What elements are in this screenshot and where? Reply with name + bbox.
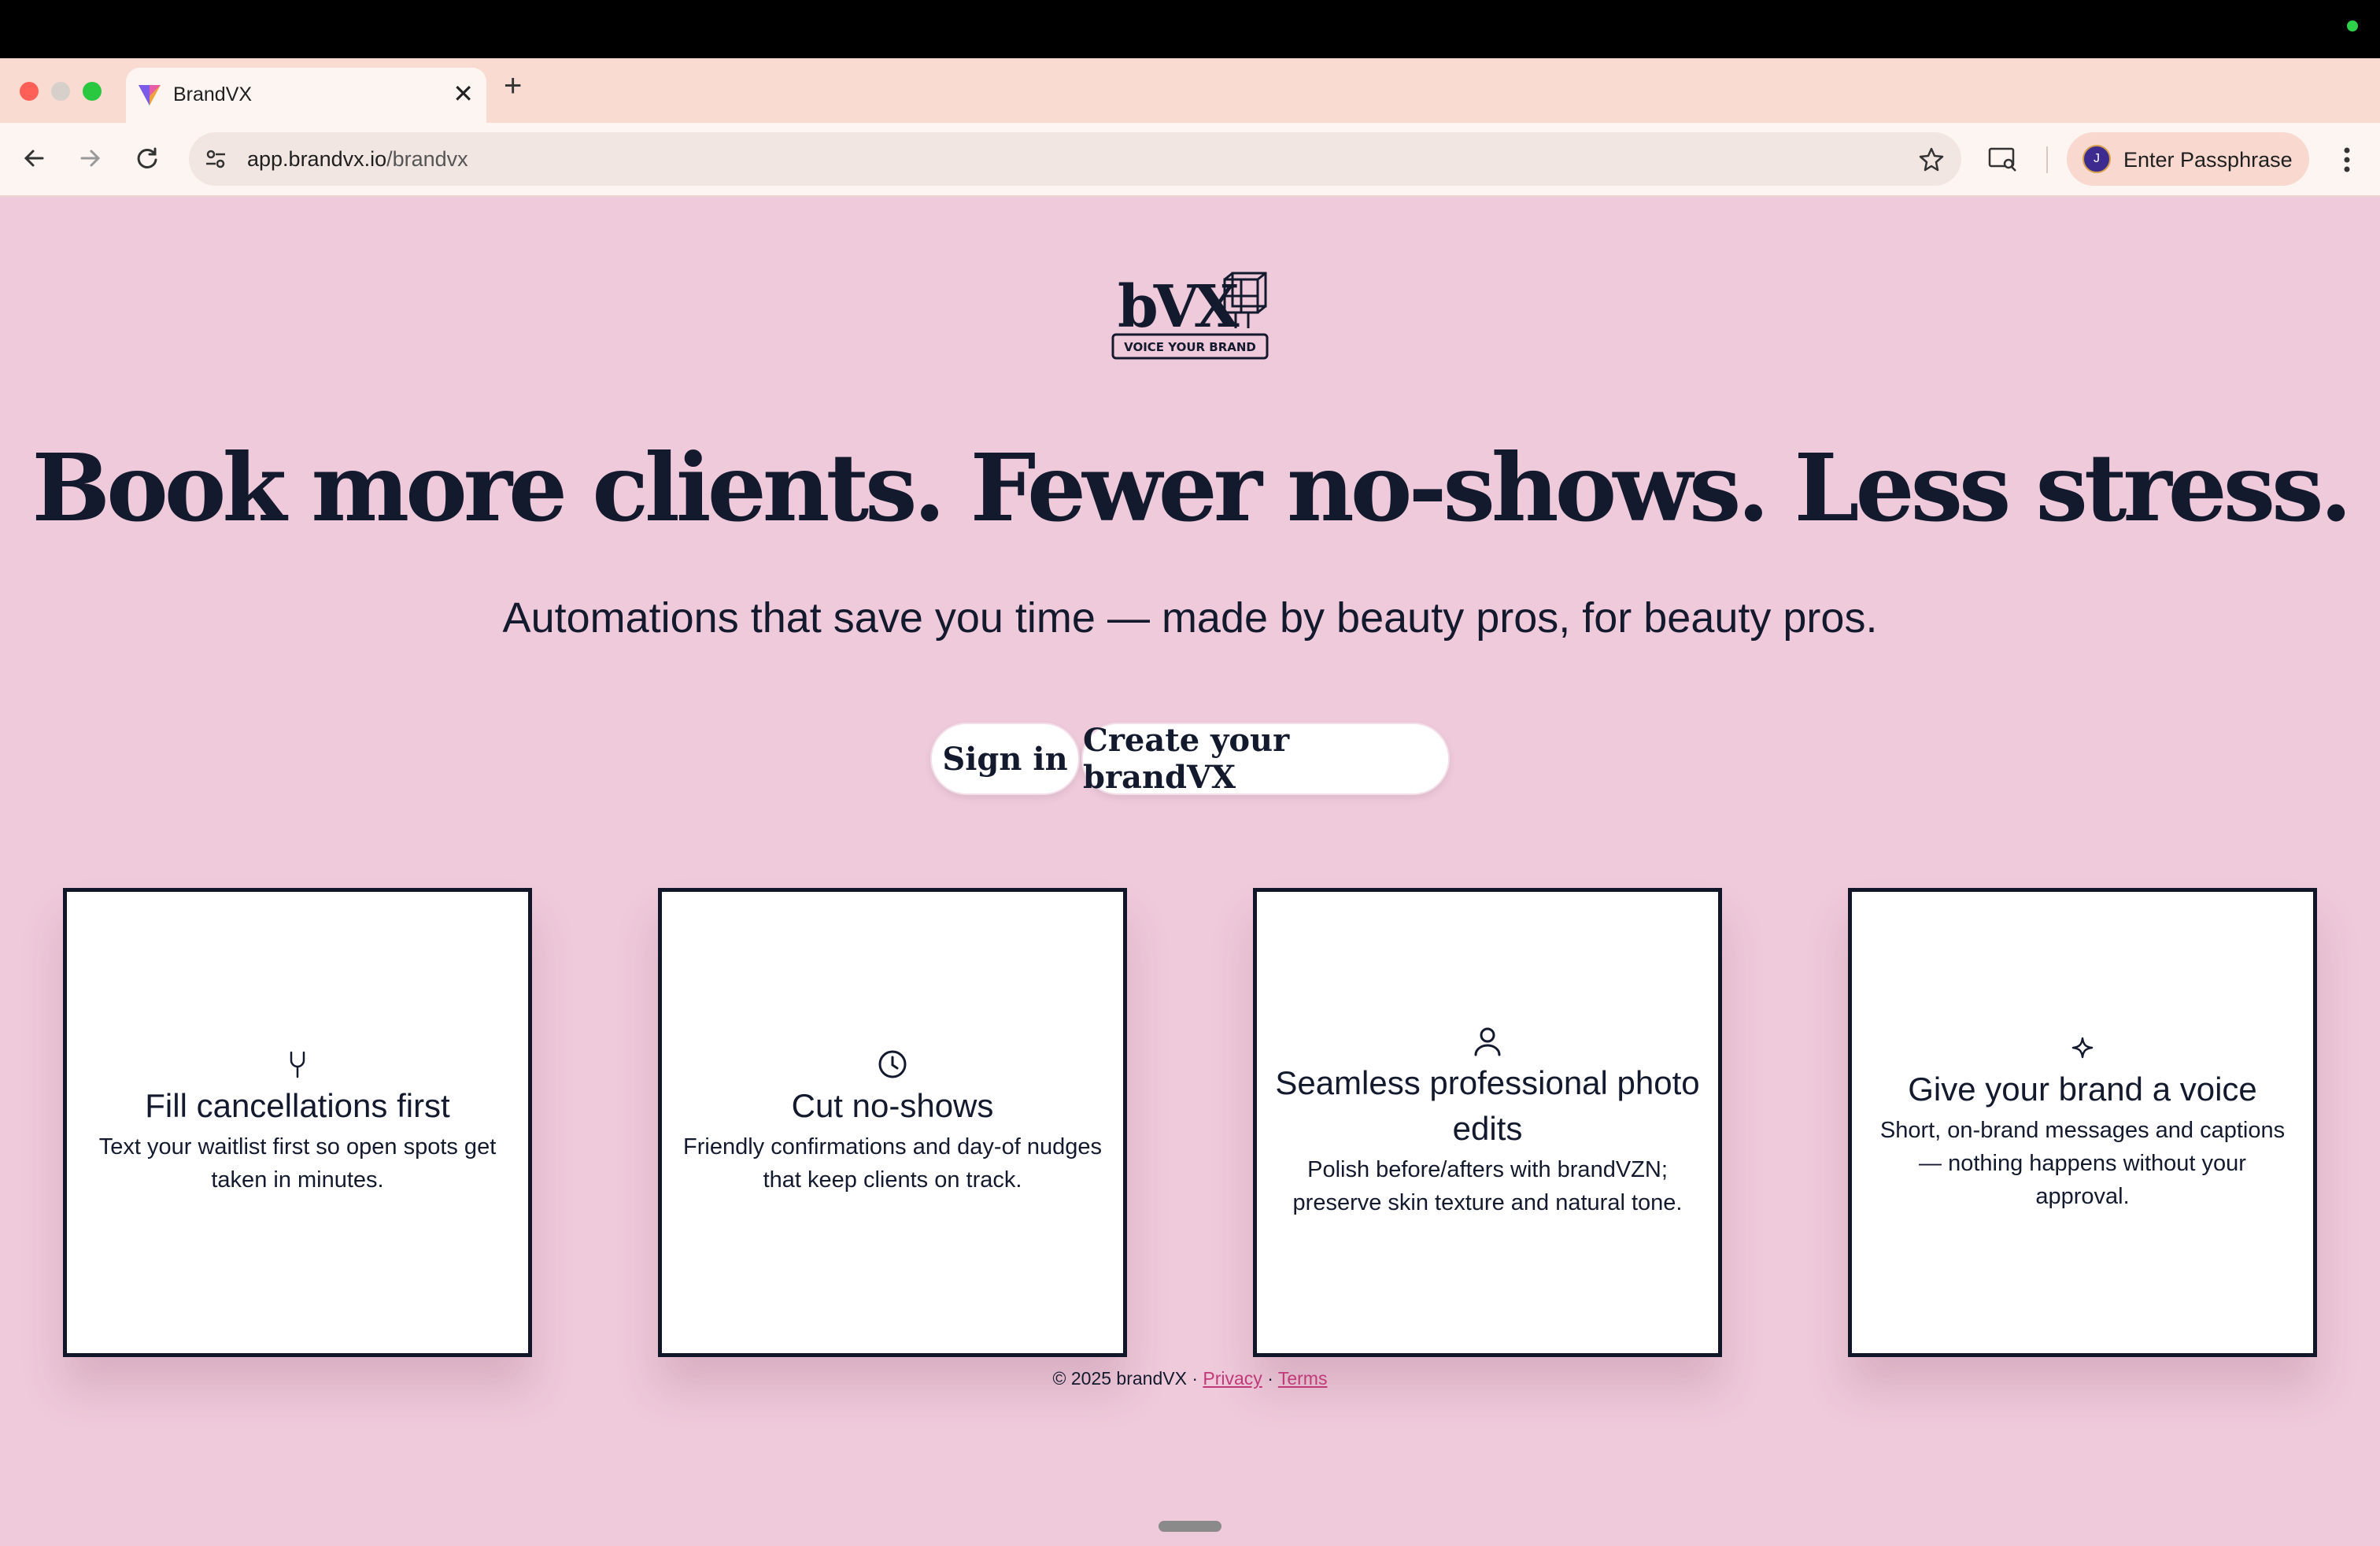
- feature-card-fill-cancellations: Fill cancellations first Text your waitl…: [63, 888, 532, 1357]
- logo-tagline: VOICE YOUR BRAND: [1124, 340, 1256, 354]
- url-host: app.brandvx.io: [247, 147, 387, 171]
- sign-in-button[interactable]: Sign in: [930, 723, 1080, 795]
- feature-title: Seamless professional photo edits: [1275, 1064, 1700, 1147]
- bookmark-star-icon[interactable]: [1917, 145, 1946, 173]
- feature-description: Short, on-brand messages and captions — …: [1879, 1118, 2286, 1209]
- window-maximize-button[interactable]: [83, 82, 102, 101]
- url-path: /brandvx: [386, 147, 468, 171]
- page-footer: © 2025 brandVX · Privacy · Terms: [0, 1368, 2380, 1389]
- site-settings-icon[interactable]: [201, 145, 230, 173]
- scroll-handle[interactable]: [1159, 1521, 1221, 1532]
- os-menu-bar: [0, 0, 2380, 58]
- sparkle-icon: [2067, 1032, 2098, 1063]
- feature-card-photo-edits: Seamless professional photo edits Polish…: [1253, 888, 1722, 1357]
- feature-card-brand-voice: Give your brand a voice Short, on-brand …: [1848, 888, 2317, 1357]
- back-arrow-icon[interactable]: [16, 140, 52, 176]
- terms-link[interactable]: Terms: [1278, 1368, 1328, 1389]
- browser-tab-strip: BrandVX ✕ +: [0, 58, 2380, 123]
- brandvx-logo: bVX VOICE YOUR BRAND: [1110, 272, 1272, 361]
- privacy-link[interactable]: Privacy: [1203, 1368, 1262, 1389]
- tab-title: BrandVX: [173, 83, 253, 105]
- feature-card-cut-no-shows: Cut no-shows Friendly confirmations and …: [658, 888, 1127, 1357]
- browser-toolbar: app.brandvx.io/brandvx J Enter Passphras…: [0, 123, 2380, 197]
- feature-description: Text your waitlist first so open spots g…: [98, 1134, 497, 1193]
- create-brandvx-button[interactable]: Create your brandVX: [1081, 722, 1450, 796]
- clock-icon: [877, 1049, 908, 1080]
- footer-separator: ·: [1192, 1368, 1198, 1389]
- reload-icon[interactable]: [129, 140, 165, 176]
- brandvx-favicon-icon: [135, 80, 164, 109]
- feature-description: Polish before/afters with brandVZN; pres…: [1292, 1157, 1683, 1215]
- logo-wordmark: bVX: [1118, 273, 1240, 341]
- person-icon: [1472, 1026, 1503, 1057]
- window-close-button[interactable]: [20, 82, 39, 101]
- hero-subheadline: Automations that save you time — made by…: [502, 594, 1878, 642]
- hero-headline: Book more clients. Fewer no-shows. Less …: [31, 433, 2352, 542]
- profile-passphrase-button[interactable]: J Enter Passphrase: [2067, 132, 2309, 186]
- feature-description: Friendly confirmations and day-of nudges…: [683, 1134, 1102, 1193]
- feature-title: Give your brand a voice: [1908, 1071, 2257, 1108]
- forward-arrow-icon[interactable]: [72, 140, 109, 176]
- profile-avatar: J: [2082, 145, 2111, 173]
- browser-menu-icon[interactable]: [2331, 140, 2363, 179]
- toolbar-divider: [2046, 146, 2048, 173]
- fork-icon: [282, 1049, 313, 1080]
- cast-search-icon[interactable]: [1983, 140, 2023, 179]
- profile-label: Enter Passphrase: [2123, 148, 2293, 172]
- tab-close-icon[interactable]: ✕: [453, 79, 474, 109]
- status-indicator-dot: [2347, 20, 2358, 31]
- new-tab-plus-icon[interactable]: +: [504, 66, 522, 105]
- window-minimize-button[interactable]: [51, 82, 70, 101]
- feature-title: Cut no-shows: [791, 1087, 994, 1124]
- url-text: app.brandvx.io/brandvx: [247, 147, 468, 172]
- address-bar[interactable]: app.brandvx.io/brandvx: [189, 132, 1961, 186]
- feature-title: Fill cancellations first: [145, 1087, 450, 1124]
- footer-separator: ·: [1267, 1368, 1273, 1389]
- footer-copyright: © 2025 brandVX: [1052, 1368, 1187, 1389]
- browser-tab[interactable]: BrandVX ✕: [126, 68, 486, 123]
